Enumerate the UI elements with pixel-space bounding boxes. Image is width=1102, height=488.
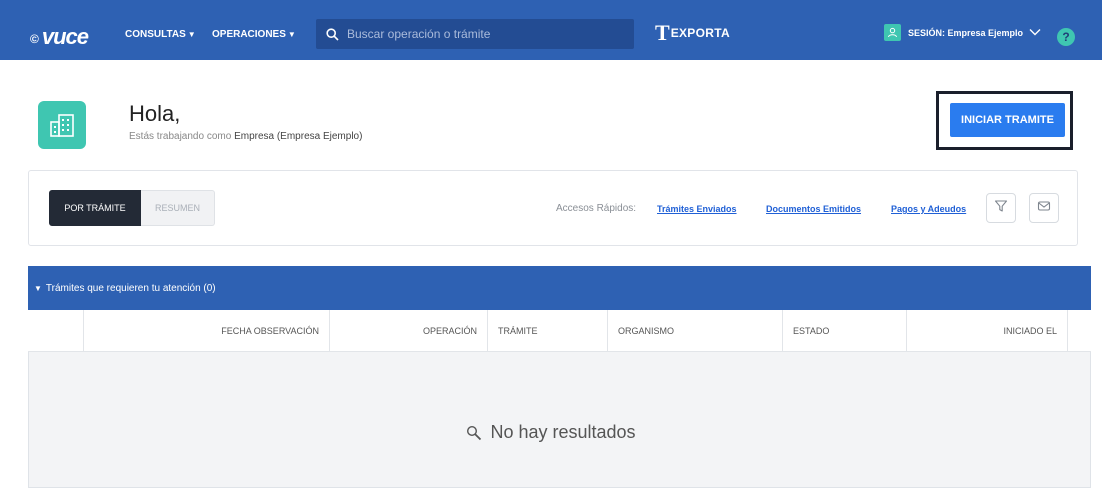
col-tramite[interactable]: TRÁMITE: [488, 310, 608, 352]
nav-consultas[interactable]: CONSULTAS ▼: [125, 29, 196, 40]
link-documentos-emitidos[interactable]: Documentos Emitidos: [766, 204, 861, 214]
building-icon: [38, 101, 86, 149]
col-label: ESTADO: [793, 326, 830, 336]
caret-down-icon: ▼: [287, 30, 296, 39]
col-label: FECHA OBSERVACIÓN: [221, 326, 319, 336]
working-as-text: Estás trabajando como Empresa (Empresa E…: [129, 131, 362, 142]
view-toggle: POR TRÁMITE RESUMEN: [49, 190, 215, 226]
col-organismo[interactable]: ORGANISMO: [608, 310, 783, 352]
attention-panel-header[interactable]: ▼ Trámites que requieren tu atención (0): [28, 266, 1091, 310]
col-label: INICIADO EL: [1003, 326, 1057, 336]
search-bar: [316, 19, 634, 49]
caret-down-icon: ▼: [34, 283, 42, 293]
session-menu[interactable]: SESIÓN: Empresa Ejemplo: [884, 24, 1041, 41]
session-label: SESIÓN: Empresa Ejemplo: [908, 27, 1024, 38]
empty-state: No hay resultados: [0, 422, 1102, 443]
empty-state-text: No hay resultados: [490, 422, 636, 442]
nav-consultas-label: CONSULTAS: [125, 29, 186, 40]
col-fecha-observacion[interactable]: FECHA OBSERVACIÓN: [84, 310, 330, 352]
col-label: ORGANISMO: [618, 326, 675, 336]
link-tramites-enviados[interactable]: Trámites Enviados: [657, 204, 737, 214]
vuce-logo[interactable]: © vuce: [30, 24, 89, 49]
col-estado[interactable]: ESTADO: [783, 310, 907, 352]
logo-mark: ©: [30, 32, 39, 46]
exporta-logo[interactable]: T EXPORTA: [655, 20, 730, 45]
help-button[interactable]: ?: [1057, 28, 1075, 46]
magnifier-icon: [466, 425, 482, 441]
working-entity: Empresa (Empresa Ejemplo): [234, 131, 363, 142]
logo-text: vuce: [41, 24, 89, 49]
nav-operaciones[interactable]: OPERACIONES ▼: [212, 29, 296, 40]
quick-access-label: Accesos Rápidos:: [556, 203, 637, 214]
mail-button[interactable]: [1029, 193, 1059, 223]
filter-icon: [994, 199, 1008, 218]
search-input[interactable]: [347, 27, 627, 41]
col-operacion[interactable]: OPERACIÓN: [330, 310, 488, 352]
iniciar-tramite-button[interactable]: INICIAR TRAMITE: [950, 103, 1065, 137]
top-navbar: © vuce CONSULTAS ▼ OPERACIONES ▼ T EXPOR…: [0, 0, 1102, 60]
tab-resumen[interactable]: RESUMEN: [141, 190, 215, 226]
col-select: [28, 310, 84, 352]
filter-card: POR TRÁMITE RESUMEN Accesos Rápidos: Trá…: [28, 170, 1078, 246]
col-iniciado-el[interactable]: INICIADO EL: [907, 310, 1068, 352]
chevron-down-icon: [1029, 28, 1041, 38]
user-icon: [884, 24, 901, 41]
exporta-word: EXPORTA: [670, 26, 730, 40]
table-header: FECHA OBSERVACIÓN OPERACIÓN TRÁMITE ORGA…: [28, 310, 1091, 352]
mail-icon: [1037, 199, 1051, 217]
attention-panel-title: Trámites que requieren tu atención (0): [45, 282, 216, 294]
caret-down-icon: ▼: [187, 30, 196, 39]
nav-operaciones-label: OPERACIONES: [212, 29, 286, 40]
link-pagos-adeudos[interactable]: Pagos y Adeudos: [891, 204, 966, 214]
exporta-t: T: [655, 20, 670, 45]
working-prefix: Estás trabajando como: [129, 131, 235, 142]
help-icon: ?: [1062, 30, 1070, 44]
tab-por-tramite[interactable]: POR TRÁMITE: [49, 190, 141, 226]
col-label: OPERACIÓN: [422, 326, 477, 336]
search-icon: [323, 25, 341, 43]
filter-button[interactable]: [986, 193, 1016, 223]
greeting-title: Hola,: [129, 101, 181, 126]
col-label: TRÁMITE: [498, 326, 538, 336]
